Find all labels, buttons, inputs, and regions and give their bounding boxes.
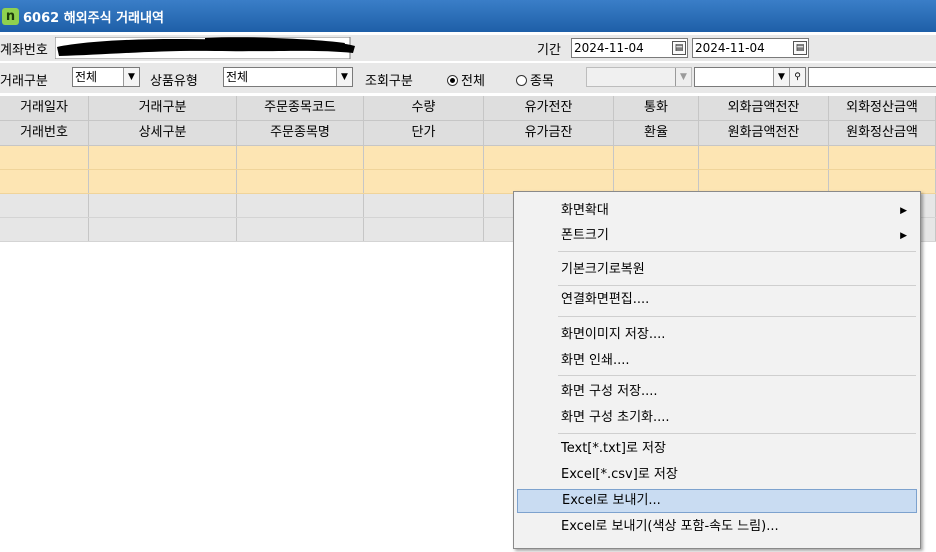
- menu-item-label: 화면확대: [561, 203, 609, 218]
- calendar-icon[interactable]: ▤: [672, 41, 686, 55]
- column-header[interactable]: 외화금액전잔: [699, 96, 829, 120]
- menu-separator: [558, 285, 916, 286]
- search-icon[interactable]: ⚲: [789, 68, 805, 86]
- trade-type-label: 거래구분: [0, 74, 48, 89]
- menu-item-save-txt[interactable]: Text[*.txt]로 저장: [517, 437, 917, 461]
- start-date-value: 2024-11-04: [574, 41, 644, 55]
- menu-item-save-image[interactable]: 화면이미지 저장....: [517, 323, 917, 347]
- end-date-input[interactable]: 2024-11-04 ▤: [692, 38, 809, 58]
- menu-item-font-size[interactable]: 폰트크기 ▶: [517, 224, 917, 248]
- menu-item-export-excel[interactable]: Excel로 보내기...: [517, 489, 917, 513]
- grid-header-row-2: 거래번호 상세구분 주문종목명 단가 유가금잔 환율 원화금액전잔 원화정산금액: [0, 121, 936, 146]
- column-header[interactable]: 거래구분: [89, 96, 237, 120]
- menu-item-zoom[interactable]: 화면확대 ▶: [517, 199, 917, 223]
- menu-item-label: 화면 구성 저장....: [561, 384, 658, 399]
- column-header[interactable]: 수량: [364, 96, 484, 120]
- chevron-down-icon[interactable]: ▼: [123, 68, 139, 86]
- grid-header-row-1: 거래일자 거래구분 주문종목코드 수량 유가전잔 통화 외화금액전잔 외화정산금…: [0, 96, 936, 121]
- product-type-value: 전체: [226, 70, 249, 84]
- radio-all-label: 전체: [461, 74, 485, 89]
- query-type-label: 조회구분: [365, 74, 413, 89]
- menu-item-edit-linked-screen[interactable]: 연결화면편집....: [517, 288, 917, 312]
- menu-item-label: 화면 인쇄....: [561, 353, 630, 368]
- radio-item[interactable]: 종목: [516, 70, 554, 89]
- menu-item-reset-layout[interactable]: 화면 구성 초기화....: [517, 406, 917, 430]
- product-type-select[interactable]: 전체 ▼: [223, 67, 353, 87]
- table-row[interactable]: [0, 146, 936, 170]
- radio-unselected-icon: [516, 75, 527, 86]
- menu-item-label: 기본크기로복원: [561, 262, 645, 277]
- column-header[interactable]: 단가: [364, 121, 484, 145]
- redacted-account-number: [55, 37, 355, 59]
- menu-separator: [558, 251, 916, 252]
- menu-item-label: Excel로 보내기(색상 포함-속도 느림)...: [561, 519, 779, 534]
- menu-item-label: Text[*.txt]로 저장: [561, 441, 666, 456]
- menu-separator: [558, 375, 916, 376]
- radio-all[interactable]: 전체: [447, 70, 485, 89]
- menu-item-label: 폰트크기: [561, 228, 609, 243]
- column-header[interactable]: 환율: [614, 121, 699, 145]
- column-header[interactable]: 주문종목명: [237, 121, 364, 145]
- submenu-arrow-icon: ▶: [900, 206, 907, 216]
- item-name-input[interactable]: ▼ ⚲: [694, 67, 806, 87]
- start-date-input[interactable]: 2024-11-04 ▤: [571, 38, 688, 58]
- menu-item-restore-size[interactable]: 기본크기로복원: [517, 258, 917, 282]
- column-header[interactable]: 원화금액전잔: [699, 121, 829, 145]
- menu-separator: [558, 316, 916, 317]
- chevron-down-icon[interactable]: ▼: [675, 68, 691, 86]
- menu-item-label: 화면 구성 초기화....: [561, 410, 670, 425]
- menu-item-export-excel-color[interactable]: Excel로 보내기(색상 포함-속도 느림)...: [517, 515, 917, 539]
- column-header[interactable]: 유가전잔: [484, 96, 614, 120]
- app-logo-icon: n: [2, 7, 19, 25]
- filter-row-account: 계좌번호 기간 2024-11-04 ▤ 2024-11-04 ▤: [0, 35, 936, 61]
- menu-item-label: Excel[*.csv]로 저장: [561, 467, 678, 482]
- end-date-value: 2024-11-04: [695, 41, 765, 55]
- product-type-label: 상품유형: [150, 74, 198, 89]
- trade-type-value: 전체: [75, 70, 98, 84]
- context-menu: 화면확대 ▶ 폰트크기 ▶ 기본크기로복원 연결화면편집.... 화면이미지 저…: [513, 191, 921, 549]
- window-title: 6062 해외주식 거래내역: [23, 10, 164, 26]
- menu-item-save-csv[interactable]: Excel[*.csv]로 저장: [517, 463, 917, 487]
- column-header[interactable]: 거래일자: [0, 96, 89, 120]
- column-header[interactable]: 유가금잔: [484, 121, 614, 145]
- window-title-bar: n 6062 해외주식 거래내역: [0, 0, 936, 32]
- filter-row-type: 거래구분 전체 ▼ 상품유형 전체 ▼ 조회구분 전체 종목 ▼ ▼ ⚲: [0, 63, 936, 93]
- calendar-icon[interactable]: ▤: [793, 41, 807, 55]
- column-header[interactable]: 상세구분: [89, 121, 237, 145]
- column-header[interactable]: 통화: [614, 96, 699, 120]
- radio-selected-icon: [447, 75, 458, 86]
- radio-item-label: 종목: [530, 74, 554, 89]
- chevron-down-icon[interactable]: ▼: [773, 68, 789, 86]
- menu-item-print[interactable]: 화면 인쇄....: [517, 349, 917, 373]
- chevron-down-icon[interactable]: ▼: [336, 68, 352, 86]
- menu-item-label: Excel로 보내기...: [562, 493, 661, 508]
- column-header[interactable]: 주문종목코드: [237, 96, 364, 120]
- column-header[interactable]: 거래번호: [0, 121, 89, 145]
- menu-separator: [558, 433, 916, 434]
- item-code-select[interactable]: ▼: [586, 67, 692, 87]
- column-header[interactable]: 외화정산금액: [829, 96, 936, 120]
- submenu-arrow-icon: ▶: [900, 231, 907, 241]
- column-header[interactable]: 원화정산금액: [829, 121, 936, 145]
- period-label: 기간: [537, 43, 561, 58]
- item-name-display: [808, 67, 936, 87]
- menu-item-label: 연결화면편집....: [561, 292, 650, 307]
- trade-type-select[interactable]: 전체 ▼: [72, 67, 140, 87]
- menu-item-label: 화면이미지 저장....: [561, 327, 666, 342]
- menu-item-save-layout[interactable]: 화면 구성 저장....: [517, 380, 917, 404]
- account-label: 계좌번호: [0, 43, 48, 58]
